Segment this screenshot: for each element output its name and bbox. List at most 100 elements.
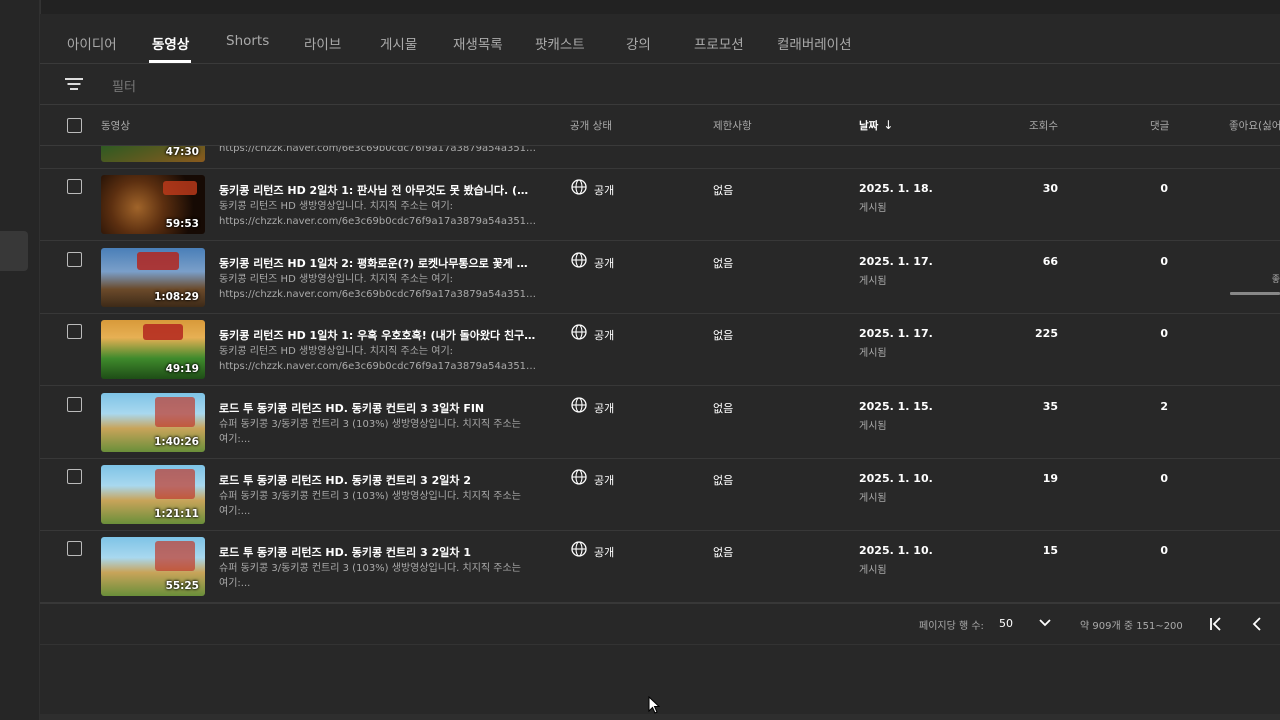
tab-videos[interactable]: 동영상 [152,33,189,53]
globe-icon [571,397,587,413]
video-thumbnail[interactable]: 47:30 [101,146,205,162]
row-checkbox[interactable] [67,252,82,267]
comment-count: 0 [1160,255,1168,268]
thumbnail-logo [155,541,195,571]
row-checkbox[interactable] [67,469,82,484]
tab-promotions[interactable]: 프로모션 [694,33,744,53]
video-description-line: 여기:... [219,434,251,445]
chevron-left-icon[interactable] [1247,614,1267,634]
visibility-label[interactable]: 공개 [594,182,614,198]
publish-date: 2025. 1. 10. [859,472,933,485]
content-area: 아이디어 동영상 Shorts 라이브 게시물 재생목록 팟캐스트 강의 프로모… [40,0,1280,720]
thumbnail-logo [155,469,195,499]
rows-per-page-label: 페이지당 행 수: [919,621,984,632]
video-description-line: 동키콩 리턴즈 HD 생방영상입니다. 치지직 주소는 여기: [219,274,454,285]
table-row[interactable]: 59:53 동키콩 리턴즈 HD 2일차 1: 판사님 전 아무것도 못 봤습니… [40,168,1280,241]
filter-input[interactable]: 필터 [112,76,136,95]
table-row[interactable]: 1:40:26 로드 투 동키콩 리턴즈 HD. 동키콩 컨트리 3 3일차 F… [40,386,1280,459]
tab-podcasts[interactable]: 팟캐스트 [535,33,585,53]
visibility-label[interactable]: 공개 [594,472,614,488]
row-checkbox[interactable] [67,179,82,194]
rows-per-page-select[interactable]: 50 [999,617,1013,630]
first-page-icon[interactable] [1206,614,1226,634]
table-row[interactable]: 47:30 https://chzzk.naver.com/6e3c69b0cd… [40,146,1280,169]
column-restrictions[interactable]: 제한사항 [713,118,752,133]
video-title[interactable]: 로드 투 동키콩 리턴즈 HD. 동키콩 컨트리 3 3일차 FIN [219,400,537,416]
video-description: 슈퍼 동키콩 3/동키콩 컨트리 3 (103%) 생방영상입니다. 치지직 주… [219,417,537,447]
video-description-line: 슈퍼 동키콩 3/동키콩 컨트리 3 (103%) 생방영상입니다. 치지직 주… [219,563,521,574]
chevron-down-icon[interactable] [1037,614,1053,630]
thumbnail-logo [163,181,197,195]
arrow-down-icon: ↓ [883,118,894,132]
publish-date: 2025. 1. 10. [859,544,933,557]
video-thumbnail[interactable]: 1:21:11 [101,465,205,524]
video-title[interactable]: 동키콩 리턴즈 HD 2일차 1: 판사님 전 아무것도 못 봤습니다. (뭘 … [219,182,537,198]
globe-icon [571,179,587,195]
publish-status: 게시됨 [859,348,887,359]
visibility-label[interactable]: 공개 [594,327,614,343]
video-description-line: 동키콩 리턴즈 HD 생방영상입니다. 치지직 주소는 여기: [219,201,454,212]
restrictions-value: 없음 [713,474,734,487]
tab-collaborations[interactable]: 컬래버레이션 [777,33,852,53]
video-description: 동키콩 리턴즈 HD 생방영상입니다. 치지직 주소는 여기: https://… [219,344,537,374]
video-duration: 47:30 [165,146,199,158]
video-thumbnail[interactable]: 55:25 [101,537,205,596]
video-title[interactable]: 로드 투 동키콩 리턴즈 HD. 동키콩 컨트리 3 2일차 1 [219,544,537,560]
rail-active-item[interactable] [0,231,28,271]
top-strip [40,0,1280,14]
publish-status: 게시됨 [859,421,887,432]
comment-count: 0 [1160,182,1168,195]
restrictions-value: 없음 [713,184,734,197]
video-description: 동키콩 리턴즈 HD 생방영상입니다. 치지직 주소는 여기: https://… [219,272,537,302]
restrictions-value: 없음 [713,402,734,415]
table-row[interactable]: 49:19 동키콩 리턴즈 HD 1일차 1: 우혹 우호호혹! (내가 돌아왔… [40,313,1280,386]
video-description: 슈퍼 동키콩 3/동키콩 컨트리 3 (103%) 생방영상입니다. 치지직 주… [219,561,537,591]
column-comments[interactable]: 댓글 [1150,118,1169,133]
column-likes[interactable]: 좋아요(싫어 [1229,118,1280,133]
column-views[interactable]: 조회수 [1029,118,1058,133]
video-thumbnail[interactable]: 1:40:26 [101,393,205,452]
video-title[interactable]: 동키콩 리턴즈 HD 1일차 2: 평화로운(?) 로켓나무통으로 꽃게 해적.… [219,255,537,271]
publish-status: 게시됨 [859,565,887,576]
tab-playlists[interactable]: 재생목록 [453,33,503,53]
tab-shorts[interactable]: Shorts [226,33,269,49]
filter-lines-icon[interactable] [64,75,84,93]
video-description-line: https://chzzk.naver.com/6e3c69b0cdc76f9a… [219,216,537,227]
visibility-label[interactable]: 공개 [594,255,614,271]
video-table-body: 47:30 https://chzzk.naver.com/6e3c69b0cd… [40,146,1280,603]
tab-posts[interactable]: 게시물 [380,33,417,53]
publish-status: 게시됨 [859,276,887,287]
select-all-checkbox[interactable] [67,118,82,133]
video-thumbnail[interactable]: 1:08:29 [101,248,205,307]
globe-icon [571,469,587,485]
tab-ideas[interactable]: 아이디어 [67,33,117,53]
comment-count: 0 [1160,327,1168,340]
visibility-label[interactable]: 공개 [594,400,614,416]
tab-courses[interactable]: 강의 [626,33,651,53]
publish-status: 게시됨 [859,493,887,504]
row-checkbox[interactable] [67,324,82,339]
publish-date: 2025. 1. 17. [859,327,933,340]
video-thumbnail[interactable]: 49:19 [101,320,205,379]
video-thumbnail[interactable]: 59:53 [101,175,205,234]
visibility-label[interactable]: 공개 [594,544,614,560]
globe-icon [571,252,587,268]
video-title[interactable]: 동키콩 리턴즈 HD 1일차 1: 우혹 우호호혹! (내가 돌아왔다 친구들.… [219,327,537,343]
column-date[interactable]: 날짜 ↓ [859,118,893,133]
column-visibility[interactable]: 공개 상태 [570,118,612,133]
video-title[interactable]: 로드 투 동키콩 리턴즈 HD. 동키콩 컨트리 3 2일차 2 [219,472,537,488]
table-row[interactable]: 55:25 로드 투 동키콩 리턴즈 HD. 동키콩 컨트리 3 2일차 1 슈… [40,530,1280,603]
pagination-bar: 페이지당 행 수: 50 약 909개 중 151~200 [40,603,1280,645]
row-checkbox[interactable] [67,397,82,412]
thumbnail-logo [137,252,179,270]
row-checkbox[interactable] [67,541,82,556]
table-row[interactable]: 1:08:29 동키콩 리턴즈 HD 1일차 2: 평화로운(?) 로켓나무통으… [40,241,1280,314]
tab-live[interactable]: 라이브 [304,33,341,53]
table-row[interactable]: 1:21:11 로드 투 동키콩 리턴즈 HD. 동키콩 컨트리 3 2일차 2… [40,458,1280,531]
video-description-line: 슈퍼 동키콩 3/동키콩 컨트리 3 (103%) 생방영상입니다. 치지직 주… [219,419,521,430]
video-description: 슈퍼 동키콩 3/동키콩 컨트리 3 (103%) 생방영상입니다. 치지직 주… [219,489,537,519]
column-video: 동영상 [101,120,130,132]
view-count: 19 [1042,472,1058,485]
video-description-line: 슈퍼 동키콩 3/동키콩 컨트리 3 (103%) 생방영상입니다. 치지직 주… [219,491,521,502]
comment-count: 0 [1160,472,1168,485]
